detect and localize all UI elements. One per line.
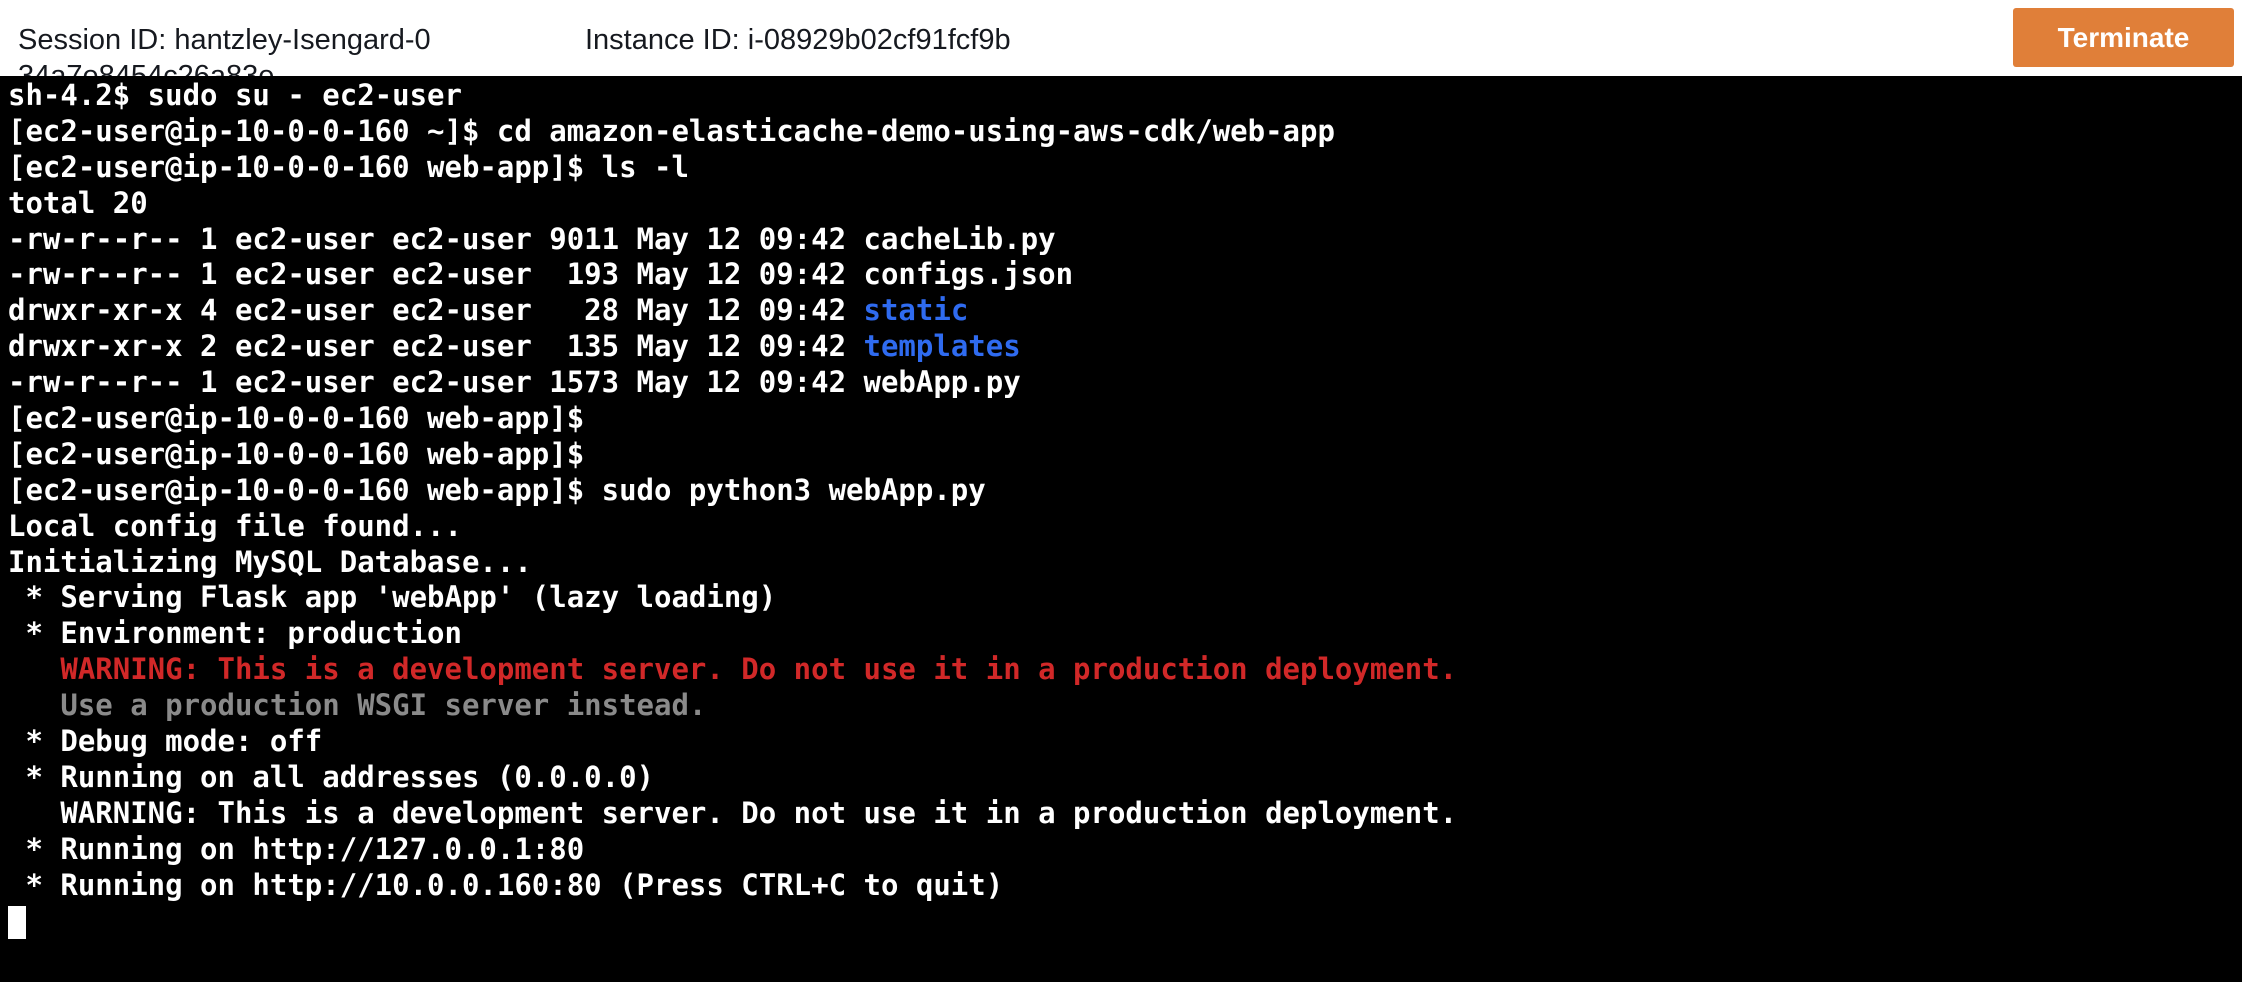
terminal-line: WARNING: This is a development server. D… bbox=[8, 652, 2234, 688]
terminal-line: drwxr-xr-x 2 ec2-user ec2-user 135 May 1… bbox=[8, 329, 2234, 365]
terminal-line: Initializing MySQL Database... bbox=[8, 545, 2234, 581]
terminate-button[interactable]: Terminate bbox=[2013, 8, 2234, 67]
terminal-text: Local config file found... bbox=[8, 508, 462, 543]
terminal-line: * Running on http://10.0.0.160:80 (Press… bbox=[8, 868, 2234, 904]
terminal-line: * Running on all addresses (0.0.0.0) bbox=[8, 760, 2234, 796]
terminal-output: sh-4.2$ sudo su - ec2-user [ec2-user@ip-1… bbox=[8, 78, 2234, 939]
terminal-text: [ec2-user@ip-10-0-0-160 ~]$ cd amazon-el… bbox=[8, 113, 1335, 148]
terminal-text: -rw-r--r-- 1 ec2-user ec2-user 193 May 1… bbox=[8, 257, 1074, 292]
terminal-text: * Environment: production bbox=[8, 616, 462, 651]
terminal-text: drwxr-xr-x 4 ec2-user ec2-user 28 May 12… bbox=[8, 293, 864, 328]
terminal-text: templates bbox=[863, 329, 1021, 364]
terminal-line: [ec2-user@ip-10-0-0-160 web-app]$ bbox=[8, 437, 2234, 473]
terminal-text: [ec2-user@ip-10-0-0-160 web-app]$ sudo p… bbox=[8, 472, 986, 507]
terminal-text: [ec2-user@ip-10-0-0-160 web-app]$ bbox=[8, 436, 585, 471]
terminal-text: WARNING: This is a development server. D… bbox=[8, 795, 1458, 830]
terminal-line: drwxr-xr-x 4 ec2-user ec2-user 28 May 12… bbox=[8, 293, 2234, 329]
terminal-line: * Environment: production bbox=[8, 616, 2234, 652]
terminal-text: sh-4.2$ sudo su - ec2-user bbox=[8, 78, 462, 112]
terminal-text: WARNING: This is a development server. D… bbox=[8, 652, 1458, 687]
terminal-text: Initializing MySQL Database... bbox=[8, 544, 532, 579]
terminal-line: * Running on http://127.0.0.1:80 bbox=[8, 832, 2234, 868]
terminal-line: [ec2-user@ip-10-0-0-160 web-app]$ bbox=[8, 401, 2234, 437]
terminal-line: [ec2-user@ip-10-0-0-160 web-app]$ ls -l bbox=[8, 150, 2234, 186]
terminal-prompt-line bbox=[8, 903, 2234, 939]
terminal-line: -rw-r--r-- 1 ec2-user ec2-user 1573 May … bbox=[8, 365, 2234, 401]
terminal-line: Use a production WSGI server instead. bbox=[8, 688, 2234, 724]
terminal-line: [ec2-user@ip-10-0-0-160 web-app]$ sudo p… bbox=[8, 473, 2234, 509]
terminal-text: * Debug mode: off bbox=[8, 724, 323, 759]
instance-id: Instance ID: i-08929b02cf91fcf9b bbox=[585, 24, 1011, 56]
terminal-text: * Running on http://127.0.0.1:80 bbox=[8, 831, 585, 866]
terminal-line: [ec2-user@ip-10-0-0-160 ~]$ cd amazon-el… bbox=[8, 114, 2234, 150]
session-header: Session ID: hantzley-Isengard-034a7e8454… bbox=[0, 0, 2242, 76]
terminal-text: drwxr-xr-x 2 ec2-user ec2-user 135 May 1… bbox=[8, 329, 864, 364]
terminal-line: Local config file found... bbox=[8, 509, 2234, 545]
terminal-text: -rw-r--r-- 1 ec2-user ec2-user 1573 May … bbox=[8, 365, 1021, 400]
terminal-line: -rw-r--r-- 1 ec2-user ec2-user 9011 May … bbox=[8, 222, 2234, 258]
terminal-text: [ec2-user@ip-10-0-0-160 web-app]$ ls -l bbox=[8, 149, 689, 184]
terminal-line: -rw-r--r-- 1 ec2-user ec2-user 193 May 1… bbox=[8, 257, 2234, 293]
terminal-text: * Serving Flask app 'webApp' (lazy loadi… bbox=[8, 580, 777, 615]
terminal-screen[interactable]: sh-4.2$ sudo su - ec2-user [ec2-user@ip-1… bbox=[0, 76, 2242, 982]
terminal-text: static bbox=[863, 293, 969, 328]
session-id: Session ID: hantzley-Isengard-034a7e8454… bbox=[18, 24, 431, 76]
terminal-text: -rw-r--r-- 1 ec2-user ec2-user 9011 May … bbox=[8, 221, 1056, 256]
terminal-text: [ec2-user@ip-10-0-0-160 web-app]$ bbox=[8, 401, 585, 436]
terminal-line: * Serving Flask app 'webApp' (lazy loadi… bbox=[8, 580, 2234, 616]
terminal-line: sh-4.2$ sudo su - ec2-user bbox=[8, 78, 2234, 114]
terminal-text: * Running on http://10.0.0.160:80 (Press… bbox=[8, 867, 1004, 902]
terminal-text: total 20 bbox=[8, 185, 148, 220]
terminal-text: * Running on all addresses (0.0.0.0) bbox=[8, 759, 655, 794]
terminal-line: total 20 bbox=[8, 186, 2234, 222]
terminal-cursor bbox=[8, 905, 26, 939]
terminal-text: Use a production WSGI server instead. bbox=[8, 688, 707, 723]
terminal-line: WARNING: This is a development server. D… bbox=[8, 796, 2234, 832]
terminal-line: * Debug mode: off bbox=[8, 724, 2234, 760]
